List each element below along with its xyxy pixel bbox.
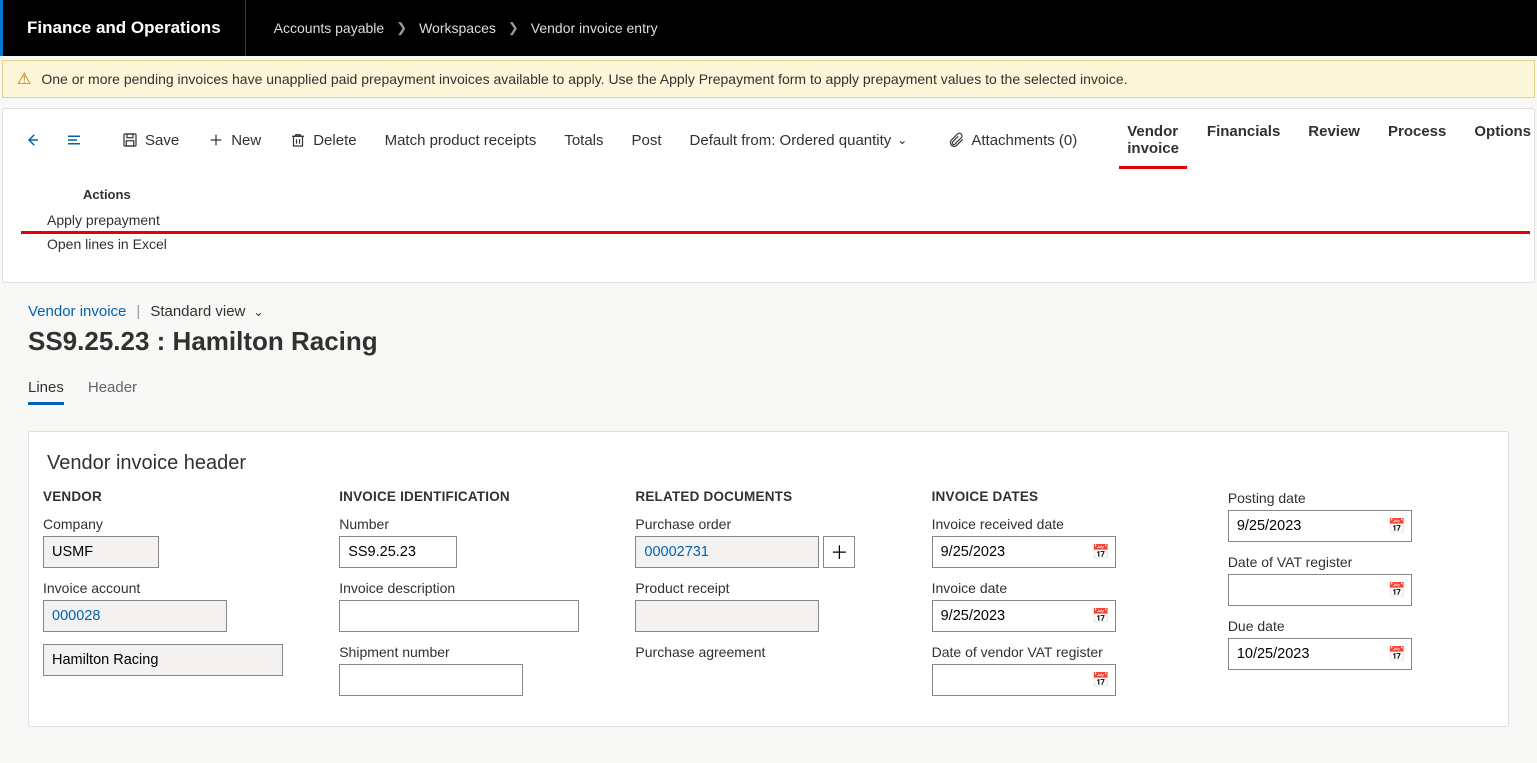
totals-label: Totals — [564, 132, 603, 149]
save-label: Save — [145, 132, 179, 149]
shipment-field[interactable] — [339, 664, 523, 696]
match-receipts-button[interactable]: Match product receipts — [373, 124, 549, 157]
tab-lines[interactable]: Lines — [28, 379, 64, 405]
delete-label: Delete — [313, 132, 356, 149]
description-field[interactable] — [339, 600, 579, 632]
chevron-right-icon: ❯ — [508, 20, 519, 36]
received-date-label: Invoice received date — [932, 516, 1198, 532]
open-lines-excel-action[interactable]: Open lines in Excel — [43, 234, 1494, 254]
agreement-label: Purchase agreement — [635, 644, 901, 660]
breadcrumb-item[interactable]: Accounts payable — [274, 20, 385, 36]
chevron-right-icon: ❯ — [396, 20, 407, 36]
shipment-label: Shipment number — [339, 644, 605, 660]
page-title: SS9.25.23 : Hamilton Racing — [28, 326, 1509, 357]
post-label: Post — [632, 132, 662, 149]
due-date-label: Due date — [1228, 618, 1494, 634]
vat-register-label: Date of VAT register — [1228, 554, 1494, 570]
tab-options[interactable]: Options — [1460, 115, 1537, 165]
action-pane-tabs: Vendor invoice Financials Review Process… — [1113, 115, 1537, 165]
vendor-invoice-header-card: Vendor invoice header VENDOR Company Inv… — [28, 431, 1509, 727]
chevron-down-icon: ⌄ — [254, 305, 264, 319]
new-button[interactable]: New — [195, 123, 273, 157]
received-date-field[interactable] — [932, 536, 1116, 568]
receipt-label: Product receipt — [635, 580, 901, 596]
invoice-date-field[interactable] — [932, 600, 1116, 632]
add-po-button[interactable]: ＋ — [823, 536, 855, 568]
paperclip-icon — [947, 131, 965, 149]
vendor-vat-register-label: Date of vendor VAT register — [932, 644, 1198, 660]
section-header: VENDOR — [43, 489, 309, 504]
vat-register-field[interactable] — [1228, 574, 1412, 606]
page-body: Vendor invoice | Standard view ⌄ SS9.25.… — [0, 283, 1537, 727]
tab-financials[interactable]: Financials — [1193, 115, 1294, 165]
plus-icon — [207, 131, 225, 149]
posting-date-field[interactable] — [1228, 510, 1412, 542]
back-button[interactable] — [13, 123, 51, 157]
invoice-account-label: Invoice account — [43, 580, 309, 596]
topbar: Finance and Operations Accounts payable … — [0, 0, 1537, 56]
warning-text: One or more pending invoices have unappl… — [41, 71, 1127, 87]
detail-tabs: Lines Header — [28, 379, 1509, 405]
po-label: Purchase order — [635, 516, 901, 532]
save-icon — [121, 131, 139, 149]
tab-review[interactable]: Review — [1294, 115, 1374, 165]
app-title: Finance and Operations — [3, 0, 246, 56]
section-header: RELATED DOCUMENTS — [635, 489, 901, 504]
related-documents-section: RELATED DOCUMENTS Purchase order ＋ Produ… — [635, 489, 901, 708]
posting-date-label: Posting date — [1228, 490, 1494, 506]
form-caption-link[interactable]: Vendor invoice — [28, 303, 126, 320]
trash-icon — [289, 131, 307, 149]
separator: | — [136, 303, 140, 320]
tab-process[interactable]: Process — [1374, 115, 1460, 165]
invoice-dates-section-2: Posting date 📅 Date of VAT register 📅 Du… — [1228, 489, 1494, 708]
invoice-date-label: Invoice date — [932, 580, 1198, 596]
actions-group: Actions Apply prepayment Open lines in E… — [3, 171, 1534, 282]
po-field[interactable] — [635, 536, 819, 568]
section-header: INVOICE DATES — [932, 489, 1198, 504]
breadcrumb-item[interactable]: Workspaces — [419, 20, 496, 36]
invoice-account-name-field[interactable] — [43, 644, 283, 676]
vendor-vat-register-field[interactable] — [932, 664, 1116, 696]
invoice-account-field[interactable] — [43, 600, 227, 632]
warning-banner: ⚠ One or more pending invoices have unap… — [2, 60, 1535, 98]
number-field[interactable] — [339, 536, 457, 568]
default-from-label: Default from: Ordered quantity — [690, 132, 892, 149]
toolbar: Save New Delete Match product receipts T… — [3, 109, 1534, 171]
tab-vendor-invoice[interactable]: Vendor invoice — [1113, 115, 1193, 165]
company-field[interactable] — [43, 536, 159, 568]
card-title: Vendor invoice header — [43, 446, 1494, 489]
chevron-down-icon: ⌄ — [897, 133, 907, 147]
warning-icon: ⚠ — [17, 69, 31, 89]
due-date-field[interactable] — [1228, 638, 1412, 670]
breadcrumb-item[interactable]: Vendor invoice entry — [531, 20, 658, 36]
identification-section: INVOICE IDENTIFICATION Number Invoice de… — [339, 489, 605, 708]
tab-header[interactable]: Header — [88, 379, 137, 405]
vendor-section: VENDOR Company Invoice account — [43, 489, 309, 708]
action-pane: Save New Delete Match product receipts T… — [2, 108, 1535, 283]
default-from-dropdown[interactable]: Default from: Ordered quantity ⌄ — [678, 124, 920, 157]
description-label: Invoice description — [339, 580, 605, 596]
list-button[interactable] — [55, 123, 93, 157]
breadcrumb: Accounts payable ❯ Workspaces ❯ Vendor i… — [246, 20, 658, 36]
section-header: INVOICE IDENTIFICATION — [339, 489, 605, 504]
delete-button[interactable]: Delete — [277, 123, 368, 157]
invoice-dates-section: INVOICE DATES Invoice received date 📅 In… — [932, 489, 1198, 708]
receipt-field[interactable] — [635, 600, 819, 632]
number-label: Number — [339, 516, 605, 532]
new-label: New — [231, 132, 261, 149]
save-button[interactable]: Save — [109, 123, 191, 157]
match-label: Match product receipts — [385, 132, 537, 149]
company-label: Company — [43, 516, 309, 532]
post-button[interactable]: Post — [620, 124, 674, 157]
plus-icon: ＋ — [830, 539, 848, 565]
view-label: Standard view — [150, 303, 245, 320]
totals-button[interactable]: Totals — [552, 124, 615, 157]
view-selector[interactable]: Standard view ⌄ — [150, 303, 263, 320]
form-caption: Vendor invoice | Standard view ⌄ — [28, 303, 1509, 320]
actions-title: Actions — [83, 187, 1494, 202]
attachments-label: Attachments (0) — [971, 132, 1077, 149]
attachments-button[interactable]: Attachments (0) — [935, 123, 1089, 157]
apply-prepayment-action[interactable]: Apply prepayment — [43, 210, 1494, 230]
